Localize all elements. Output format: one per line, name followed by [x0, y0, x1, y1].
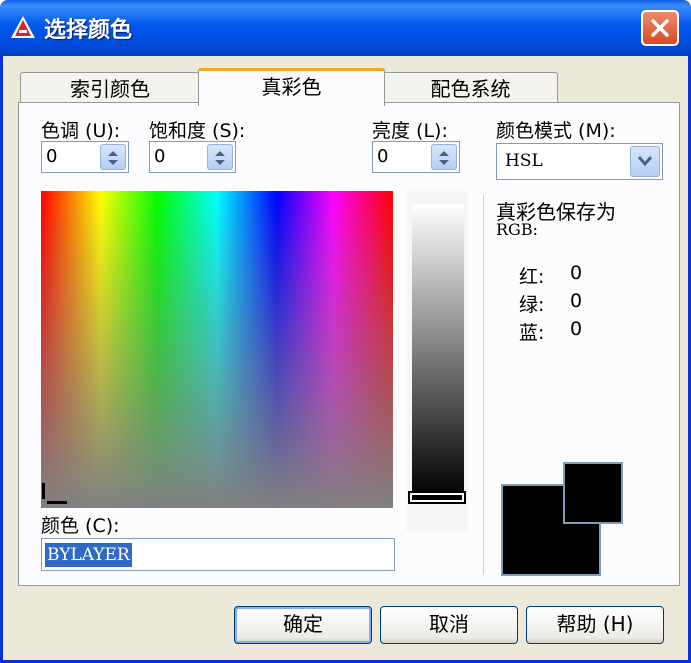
- hue-value[interactable]: 0: [46, 146, 57, 167]
- color-label: 颜色 (C):: [41, 515, 120, 537]
- color-name-selection[interactable]: BYLAYER: [45, 543, 132, 567]
- luminance-value[interactable]: 0: [377, 146, 388, 167]
- color-name-input[interactable]: BYLAYER: [41, 538, 395, 571]
- ok-button[interactable]: 确定: [234, 606, 372, 644]
- saturation-value[interactable]: 0: [154, 146, 165, 167]
- color-model-select[interactable]: HSL: [496, 143, 663, 180]
- saturation-stepper[interactable]: 0: [149, 141, 236, 173]
- hue-label: 色调 (U):: [41, 120, 121, 142]
- tab-index-color[interactable]: 索引颜色: [20, 72, 200, 106]
- luminance-slider-handle[interactable]: [408, 491, 466, 504]
- autocad-logo-icon: [11, 16, 35, 38]
- stored-as-subtitle: RGB:: [496, 220, 538, 239]
- color-model-dropdown-button[interactable]: [630, 146, 660, 177]
- red-label: 红:: [519, 266, 545, 288]
- red-value: 0: [570, 262, 583, 284]
- luminance-slider[interactable]: [412, 204, 464, 496]
- hue-saturation-spectrum[interactable]: [41, 191, 393, 508]
- luminance-stepper[interactable]: 0: [372, 141, 460, 173]
- spin-arrows-icon: [215, 151, 225, 165]
- window-title: 选择颜色: [44, 18, 133, 43]
- help-button[interactable]: 帮助 (H): [526, 606, 664, 644]
- color-dialog: 选择颜色 索引颜色 配色系统 真彩色 色调 (U): 0 饱和度 (S): 0 …: [0, 0, 691, 663]
- tab-color-books[interactable]: 配色系统: [383, 72, 558, 106]
- luminance-label: 亮度 (L):: [372, 120, 448, 142]
- spin-arrows-icon: [439, 151, 449, 165]
- color-model-value[interactable]: HSL: [505, 151, 543, 171]
- current-color-swatch: [563, 462, 623, 524]
- title-bar[interactable]: 选择颜色: [0, 0, 691, 56]
- hue-stepper[interactable]: 0: [41, 141, 129, 173]
- saturation-label: 饱和度 (S):: [149, 120, 246, 142]
- saturation-spin-buttons[interactable]: [207, 144, 233, 170]
- panel-divider: [483, 195, 484, 575]
- color-model-label: 颜色模式 (M):: [496, 120, 616, 142]
- blue-label: 蓝:: [519, 322, 545, 344]
- chevron-down-icon: [637, 156, 653, 167]
- blue-value: 0: [570, 318, 583, 340]
- green-value: 0: [570, 290, 583, 312]
- close-icon: [651, 19, 669, 37]
- hue-spin-buttons[interactable]: [100, 144, 126, 170]
- crosshair-icon: [42, 483, 67, 504]
- close-button[interactable]: [641, 10, 679, 46]
- tab-true-color[interactable]: 真彩色: [198, 68, 385, 106]
- green-label: 绿:: [519, 294, 545, 316]
- cancel-button[interactable]: 取消: [380, 606, 518, 644]
- luminance-spin-buttons[interactable]: [431, 144, 457, 170]
- spin-arrows-icon: [108, 151, 118, 165]
